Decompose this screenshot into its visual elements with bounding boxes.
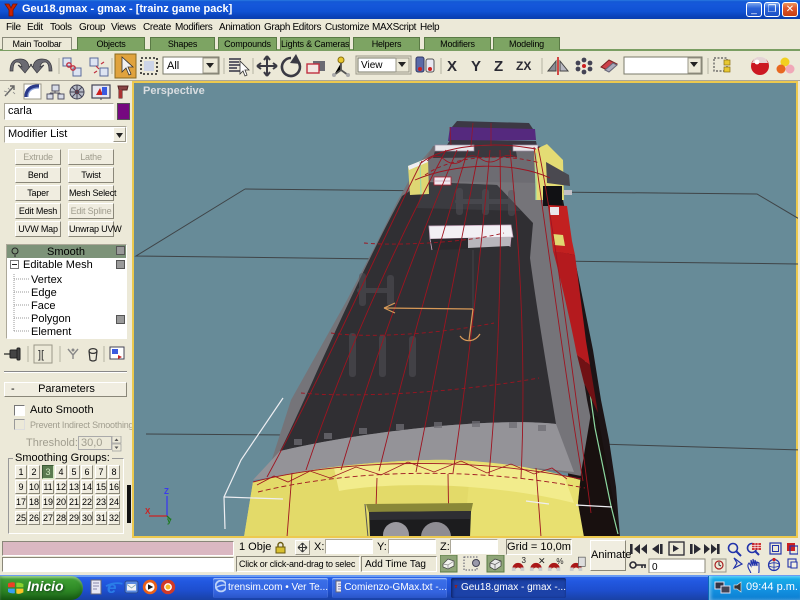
svg-text:0: 0 (652, 562, 658, 573)
svg-text:][: ][ (38, 349, 44, 361)
svg-text:Y: Y (471, 58, 481, 75)
svg-text:View: View (361, 60, 383, 71)
svg-text:All: All (167, 60, 179, 72)
svg-text:%: % (556, 557, 563, 566)
svg-text:X: X (447, 58, 457, 75)
svg-text:X: X (145, 507, 151, 516)
svg-text:y: y (167, 516, 172, 525)
svg-text:Z: Z (494, 58, 503, 75)
svg-text:ZX: ZX (516, 59, 531, 73)
svg-text:Z: Z (164, 487, 169, 496)
svg-text:Perspective: Perspective (143, 85, 205, 97)
svg-text:3: 3 (522, 556, 527, 565)
svg-text:e: e (107, 578, 116, 597)
